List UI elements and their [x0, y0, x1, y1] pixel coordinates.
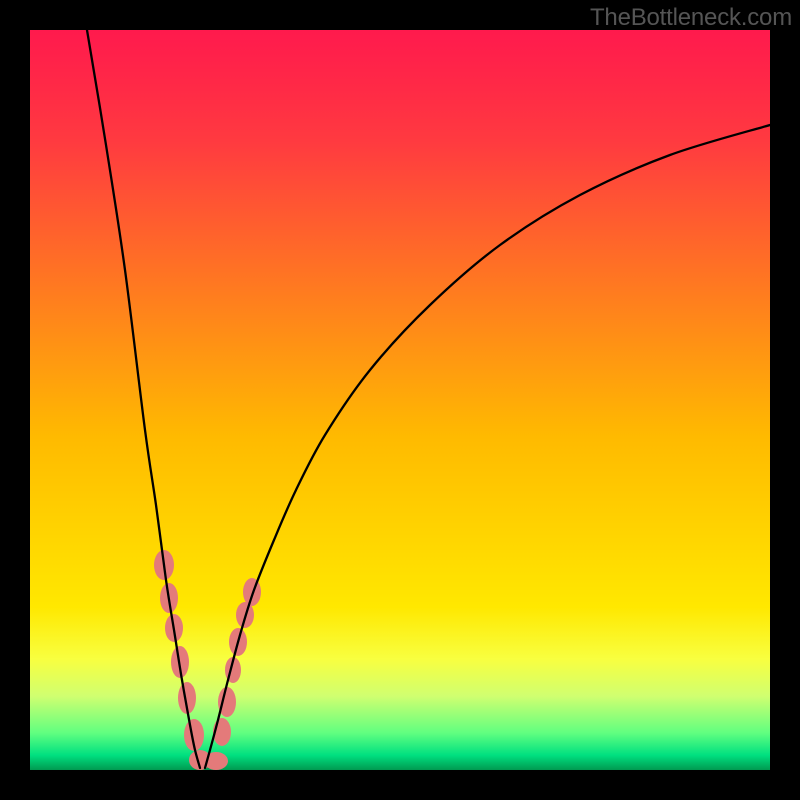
plot-area	[30, 30, 770, 770]
beads-right-group	[213, 578, 261, 746]
chart-frame: TheBottleneck.com	[0, 0, 800, 800]
watermark-text: TheBottleneck.com	[590, 4, 792, 32]
curve-right	[205, 125, 770, 768]
curves-svg	[30, 30, 770, 770]
bead-right-0	[243, 578, 261, 606]
